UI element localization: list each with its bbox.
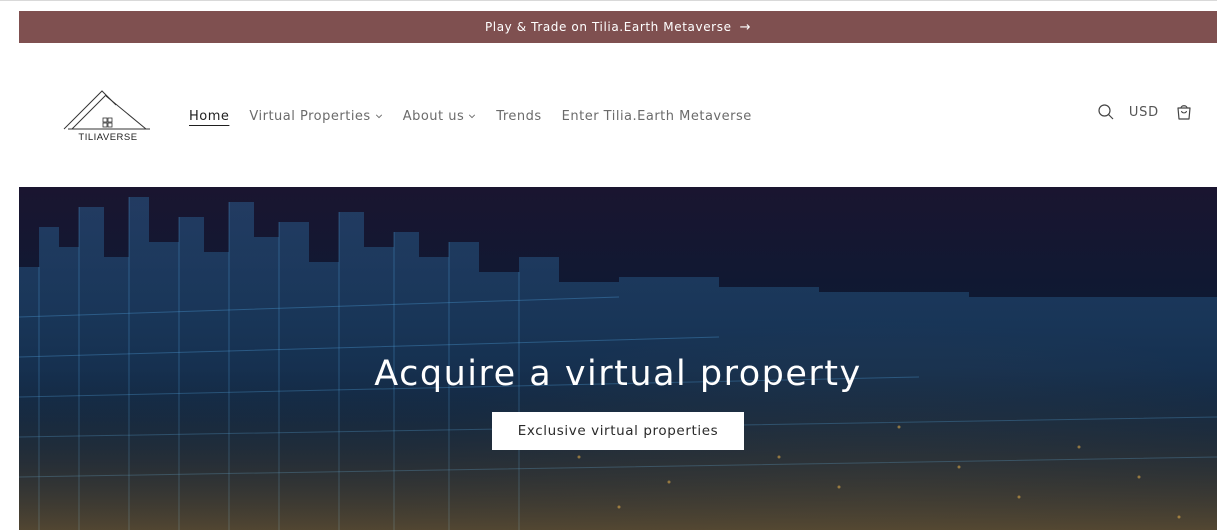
top-divider xyxy=(0,0,1217,1)
chevron-down-icon xyxy=(469,114,476,119)
cart-button[interactable] xyxy=(1175,103,1193,121)
nav-item-virtual-properties[interactable]: Virtual Properties xyxy=(249,109,382,124)
search-icon xyxy=(1098,104,1114,120)
search-button[interactable] xyxy=(1097,103,1115,121)
hero-banner: Acquire a virtual property Exclusive vir… xyxy=(19,187,1217,530)
nav-item-home[interactable]: Home xyxy=(189,109,229,124)
hero-content: Acquire a virtual property Exclusive vir… xyxy=(19,352,1217,450)
nav-item-trends[interactable]: Trends xyxy=(496,109,541,124)
hero-title: Acquire a virtual property xyxy=(374,354,862,394)
header-tools: USD xyxy=(1097,103,1193,121)
nav-item-label: Home xyxy=(189,108,230,124)
exclusive-properties-button[interactable]: Exclusive virtual properties xyxy=(491,412,745,450)
nav-item-about-us[interactable]: About us xyxy=(403,109,477,124)
announcement-bar[interactable]: Play & Trade on Tilia.Earth Metaverse → xyxy=(19,11,1217,43)
site-header: TILIAVERSE Home Virtual Properties About… xyxy=(0,43,1217,187)
nav-item-label: About us xyxy=(402,108,465,124)
nav-item-label: Enter Tilia.Earth Metaverse xyxy=(561,108,752,124)
arrow-right-icon: → xyxy=(739,19,752,35)
main-nav: Home Virtual Properties About us Trends … xyxy=(189,105,772,127)
cart-icon xyxy=(1177,105,1191,120)
chevron-down-icon xyxy=(375,114,382,119)
nav-item-label: Trends xyxy=(496,108,542,124)
nav-item-label: Virtual Properties xyxy=(249,108,371,124)
currency-selector[interactable]: USD xyxy=(1129,105,1159,120)
site-logo[interactable]: TILIAVERSE xyxy=(60,86,156,148)
logo-text: TILIAVERSE xyxy=(78,132,138,143)
nav-item-enter-metaverse[interactable]: Enter Tilia.Earth Metaverse xyxy=(562,109,752,124)
house-roof-icon xyxy=(63,90,150,130)
announcement-text[interactable]: Play & Trade on Tilia.Earth Metaverse xyxy=(485,20,732,34)
